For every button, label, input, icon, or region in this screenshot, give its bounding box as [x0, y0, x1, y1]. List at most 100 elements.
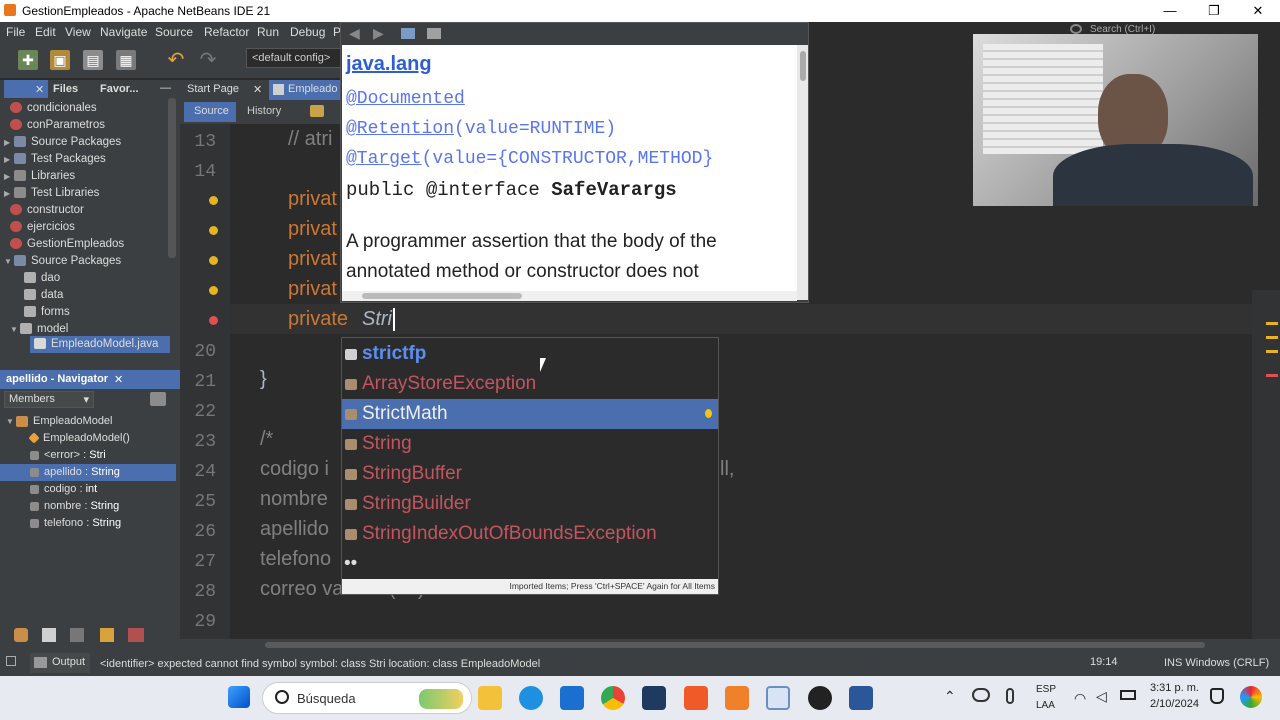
- javadoc-hscrollbar[interactable]: [342, 291, 797, 301]
- redo-icon[interactable]: ↷: [198, 50, 218, 70]
- nav-item[interactable]: <error> : Stri: [30, 447, 106, 464]
- nav-item[interactable]: codigo : int: [30, 481, 97, 498]
- tab-history[interactable]: History: [247, 105, 281, 117]
- completion-more[interactable]: ••: [342, 549, 718, 579]
- battery-icon[interactable]: [1120, 690, 1136, 700]
- panel-icon[interactable]: [70, 628, 84, 642]
- nav-item[interactable]: telefono : String: [30, 515, 121, 532]
- warning-mark[interactable]: [1266, 350, 1278, 353]
- expand-icon[interactable]: ▶: [4, 134, 14, 151]
- tab-start-page[interactable]: Start Page: [187, 83, 239, 95]
- filter-icon[interactable]: [150, 392, 166, 406]
- cloud-icon[interactable]: [972, 688, 990, 702]
- services-icon[interactable]: [14, 628, 28, 642]
- completion-item-selected[interactable]: StrictMath: [342, 399, 718, 429]
- wifi-icon[interactable]: ◠: [1074, 690, 1086, 707]
- tree-item[interactable]: GestionEmpleados: [10, 236, 124, 253]
- tree-item-selected[interactable]: EmpleadoModel.java: [30, 336, 170, 353]
- clock-time[interactable]: 3:31 p. m.: [1150, 682, 1199, 694]
- hscroll-thumb[interactable]: [265, 642, 1205, 648]
- collapse-icon[interactable]: ▼: [4, 253, 14, 270]
- tab-close-icon[interactable]: ✕: [35, 83, 44, 96]
- menu-file[interactable]: File: [6, 25, 25, 39]
- clock-date[interactable]: 2/10/2024: [1150, 698, 1199, 710]
- close-icon[interactable]: ✕: [114, 373, 123, 386]
- taskbar-search[interactable]: Búsqueda: [262, 682, 472, 714]
- completion-item[interactable]: StringIndexOutOfBoundsException: [342, 519, 718, 549]
- search-icon[interactable]: [1070, 24, 1082, 34]
- expand-icon[interactable]: ▶: [4, 151, 14, 168]
- windows-start-icon[interactable]: [228, 686, 250, 708]
- tree-item[interactable]: ▶ Test Libraries: [4, 185, 99, 202]
- expand-icon[interactable]: ▶: [4, 168, 14, 185]
- menu-source[interactable]: Source: [155, 25, 193, 39]
- save-all-icon[interactable]: ▦: [116, 50, 136, 70]
- window-icon[interactable]: [42, 628, 56, 642]
- tree-item[interactable]: forms: [24, 304, 70, 321]
- hint-bulb-icon[interactable]: [209, 196, 218, 205]
- completion-item[interactable]: strictfp: [342, 339, 718, 369]
- open-project-icon[interactable]: ▤: [83, 50, 103, 70]
- copilot-icon[interactable]: [1240, 686, 1262, 708]
- menu-view[interactable]: View: [65, 25, 91, 39]
- error-bulb-icon[interactable]: [209, 316, 218, 325]
- collapse-icon[interactable]: ▼: [6, 413, 16, 430]
- menu-edit[interactable]: Edit: [35, 25, 56, 39]
- brave-icon[interactable]: [684, 686, 708, 710]
- tree-scrollbar[interactable]: [168, 98, 176, 258]
- back-icon[interactable]: ◀: [349, 25, 360, 42]
- hint-bulb-icon[interactable]: [209, 226, 218, 235]
- lock-icon[interactable]: [100, 628, 114, 642]
- new-project-icon[interactable]: ✚: [18, 50, 38, 70]
- chevron-up-icon[interactable]: ⌃: [944, 688, 956, 705]
- tree-item[interactable]: ▶ Libraries: [4, 168, 75, 185]
- nav-item[interactable]: ▼ EmpleadoModel: [6, 413, 113, 430]
- menu-run[interactable]: Run: [257, 25, 279, 39]
- last-edit-icon[interactable]: [310, 105, 324, 117]
- minimize-button[interactable]: —: [1148, 0, 1192, 22]
- editor-hscrollbar[interactable]: [180, 639, 1280, 651]
- tree-item[interactable]: constructor: [10, 202, 84, 219]
- completion-item[interactable]: ArrayStoreException: [342, 369, 718, 399]
- tree-item[interactable]: ▶ Source Packages: [4, 134, 121, 151]
- notification-bell-icon[interactable]: [1210, 688, 1224, 704]
- minimize-panel-icon[interactable]: —: [160, 82, 171, 94]
- tree-item[interactable]: ejercicios: [10, 219, 75, 236]
- xampp-icon[interactable]: [725, 686, 749, 710]
- tree-item[interactable]: condicionales: [10, 100, 97, 117]
- palette-icon[interactable]: [128, 628, 144, 642]
- maximize-button[interactable]: ❐: [1192, 0, 1236, 22]
- edge-icon[interactable]: [519, 686, 543, 710]
- notifications-icon[interactable]: [6, 656, 16, 666]
- completion-item[interactable]: StringBuilder: [342, 489, 718, 519]
- goto-source-icon[interactable]: [427, 28, 441, 39]
- menu-refactor[interactable]: Refactor: [204, 25, 249, 39]
- hint-bulb-icon[interactable]: [209, 256, 218, 265]
- close-icon[interactable]: ✕: [253, 83, 262, 96]
- tab-favorites[interactable]: Favor...: [100, 83, 139, 95]
- tree-item[interactable]: data: [24, 287, 63, 304]
- new-file-icon[interactable]: ▣: [50, 50, 70, 70]
- app-icon[interactable]: [642, 686, 666, 710]
- tree-item[interactable]: dao: [24, 270, 60, 287]
- error-mark[interactable]: [1266, 374, 1278, 377]
- package-link[interactable]: java.lang: [346, 53, 432, 76]
- documented-link[interactable]: @Documented: [346, 89, 465, 109]
- menu-navigate[interactable]: Navigate: [100, 25, 147, 39]
- recorder-icon[interactable]: [808, 686, 832, 710]
- undo-icon[interactable]: ↶: [166, 50, 186, 70]
- language-code[interactable]: ESP: [1036, 684, 1056, 695]
- volume-icon[interactable]: ◁: [1096, 688, 1107, 705]
- tree-item[interactable]: conParametros: [10, 117, 105, 134]
- config-select[interactable]: <default config>: [246, 48, 342, 68]
- vscroll-thumb[interactable]: [800, 51, 806, 81]
- tree-item[interactable]: ▼ Source Packages: [4, 253, 121, 270]
- javadoc-vscrollbar[interactable]: [797, 45, 808, 300]
- microphone-icon[interactable]: [1006, 688, 1014, 704]
- hint-bulb-icon[interactable]: [209, 286, 218, 295]
- file-explorer-icon[interactable]: [478, 686, 502, 710]
- completion-item[interactable]: StringBuffer: [342, 459, 718, 489]
- chrome-icon[interactable]: [601, 686, 625, 710]
- netbeans-taskbar-icon[interactable]: [766, 686, 790, 710]
- tab-files[interactable]: Files: [53, 83, 78, 95]
